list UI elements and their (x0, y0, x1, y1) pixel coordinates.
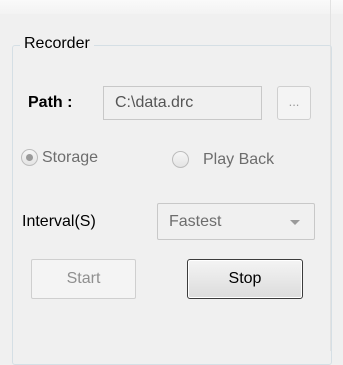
playback-label: Play Back (203, 151, 275, 168)
stop-button[interactable]: Stop (187, 259, 303, 299)
start-button[interactable]: Start (31, 259, 136, 299)
playback-radio[interactable] (172, 151, 189, 168)
storage-radio[interactable] (21, 149, 38, 166)
storage-radio-option[interactable]: Storage (21, 148, 131, 168)
path-label: Path : (28, 94, 73, 111)
playback-radio-option[interactable]: Play Back (172, 150, 312, 170)
interval-value: Fastest (169, 213, 222, 230)
recorder-groupbox-title: Recorder (20, 34, 94, 54)
storage-label: Storage (42, 149, 99, 166)
browse-button[interactable]: ... (277, 86, 311, 120)
chevron-down-icon[interactable] (290, 220, 300, 225)
window-top-strip (0, 0, 343, 14)
storage-radio-dot (26, 154, 33, 161)
path-field[interactable]: C:\data.drc (103, 86, 262, 120)
interval-label: Interval(S) (22, 213, 96, 230)
interval-dropdown[interactable]: Fastest (157, 203, 315, 240)
